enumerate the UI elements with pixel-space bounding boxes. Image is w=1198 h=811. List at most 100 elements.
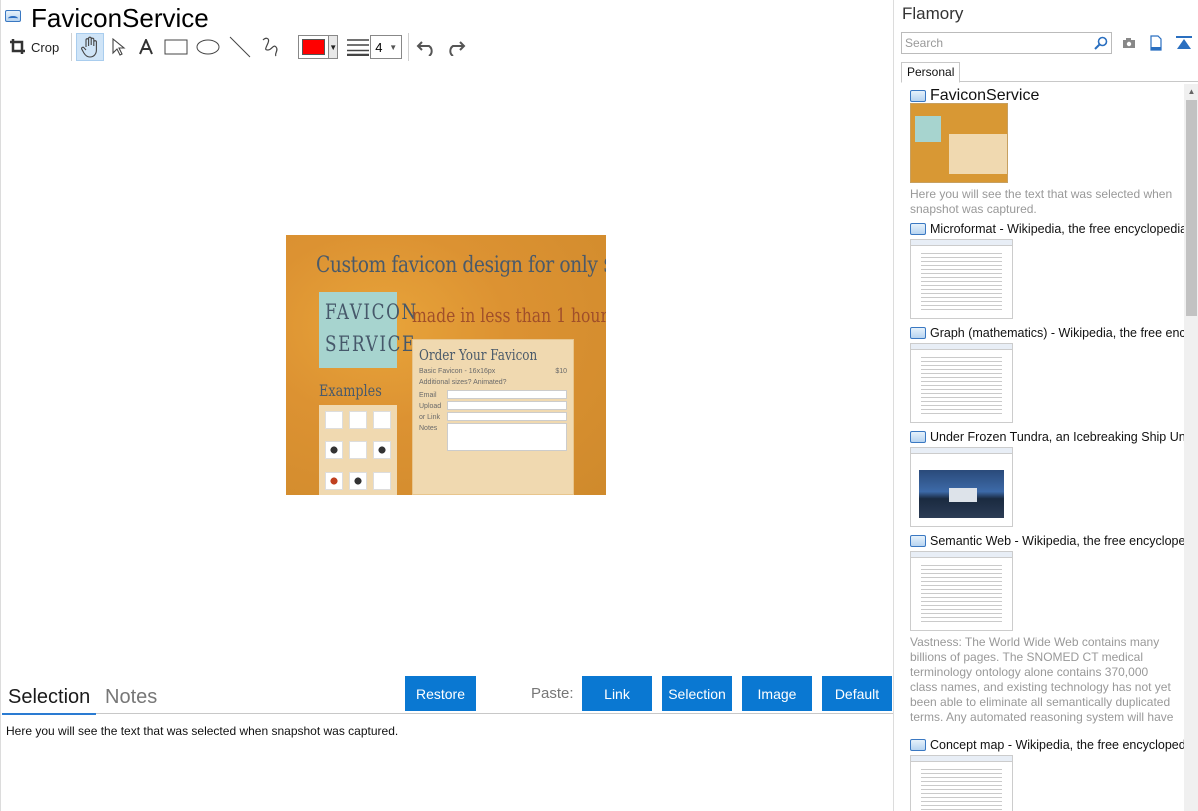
list-item-description: Vastness: The World Wide Web contains ma…: [910, 635, 1174, 727]
list-item[interactable]: Graph (mathematics) - Wikipedia, the fre…: [910, 325, 1184, 423]
example-tile: [325, 441, 343, 460]
list-item[interactable]: Semantic Web - Wikipedia, the free encyc…: [910, 533, 1184, 727]
list-item-thumbnail: [910, 447, 1013, 527]
scrollbar[interactable]: ▲: [1184, 84, 1198, 811]
list-item-header: Semantic Web - Wikipedia, the free encyc…: [910, 533, 1184, 549]
search-box[interactable]: [901, 32, 1112, 54]
thumbnail-photo: [919, 470, 1004, 518]
thumbnail-bar: [911, 240, 1012, 246]
restore-button[interactable]: Restore: [405, 676, 476, 711]
text-tool-button[interactable]: [132, 33, 160, 61]
line-tool-button[interactable]: [224, 33, 256, 61]
thumbnail-lines: [921, 250, 1002, 312]
snapshot-field: [447, 390, 567, 399]
redo-button[interactable]: [441, 33, 469, 61]
snapshot-icon: [910, 327, 926, 339]
crop-button[interactable]: Crop: [5, 33, 63, 61]
snapshot-icon: [910, 431, 926, 443]
snapshot-image[interactable]: Custom favicon design for only $10 FAVIC…: [286, 235, 606, 495]
sidebar-tabs: Personal: [901, 62, 1198, 83]
snapshot-order-form: Order Your Favicon Basic Favicon - 16x16…: [412, 339, 574, 495]
freehand-tool-button[interactable]: [256, 33, 284, 61]
stroke-width-value: 4: [375, 39, 383, 55]
snapshot-subheadline: made in less than 1 hour: [412, 303, 606, 327]
paste-selection-button[interactable]: Selection: [662, 676, 732, 711]
color-picker[interactable]: ▼: [298, 35, 339, 59]
flamory-sidebar: Flamory Personal FaviconService Here you…: [893, 0, 1198, 811]
example-tile: [349, 411, 367, 429]
snapshot-form-row: Basic Favicon - 16x16px $10: [419, 368, 567, 375]
editor-pane: FaviconService Crop ▼ 4 ▼ Custom favicon…: [0, 0, 894, 811]
hand-tool-button[interactable]: [76, 33, 105, 61]
chevron-down-icon: ▼: [389, 42, 398, 52]
rectangle-icon: [164, 39, 188, 55]
snapshot-headline: Custom favicon design for only $10: [316, 253, 606, 278]
document-button[interactable]: [1147, 34, 1165, 52]
example-tile: [373, 471, 391, 490]
snapshot-field: [447, 401, 567, 410]
list-item-header: Concept map - Wikipedia, the free encycl…: [910, 737, 1184, 753]
search-icon[interactable]: [1094, 36, 1108, 50]
ellipse-tool-button[interactable]: [192, 33, 224, 61]
paste-default-button[interactable]: Default: [822, 676, 892, 711]
list-item-description: Here you will see the text that was sele…: [910, 187, 1173, 216]
line-width-button[interactable]: [346, 33, 370, 61]
select-tool-button[interactable]: [104, 33, 132, 61]
snapshot-form-row: Additional sizes? Animated?: [419, 379, 567, 386]
list-item-title: Under Frozen Tundra, an Icebreaking Ship…: [930, 430, 1184, 444]
example-tile: [349, 471, 367, 490]
undo-button[interactable]: [413, 33, 441, 61]
camera-button[interactable]: [1120, 34, 1138, 52]
example-tile: [349, 441, 367, 460]
list-item-thumbnail: [910, 551, 1013, 631]
snapshot-notes-label: Notes: [419, 425, 438, 432]
selection-text[interactable]: Here you will see the text that was sele…: [6, 724, 398, 738]
snapshot-list: FaviconService Here you will see the tex…: [894, 84, 1184, 811]
undo-icon: [416, 41, 433, 56]
thumbnail-bar: [911, 756, 1012, 762]
rectangle-tool-button[interactable]: [160, 33, 192, 61]
camera-icon: [1123, 38, 1135, 48]
drawing-toolbar: Crop ▼ 4 ▼: [5, 33, 469, 61]
chevron-down-icon: ▼: [328, 36, 338, 58]
thumbnail-form: [949, 134, 1007, 174]
thumbnail-lines: [921, 354, 1002, 416]
paste-link-button[interactable]: Link: [582, 676, 652, 711]
line-icon: [229, 36, 251, 58]
snapshot-price: $10: [555, 368, 567, 375]
list-item-header: Graph (mathematics) - Wikipedia, the fre…: [910, 325, 1184, 341]
list-item[interactable]: Under Frozen Tundra, an Icebreaking Ship…: [910, 429, 1184, 527]
snapshot-icon: [5, 10, 21, 22]
list-item[interactable]: Microformat - Wikipedia, the free encycl…: [910, 221, 1184, 319]
thumbnail-bar: [911, 344, 1012, 350]
list-item-header: Microformat - Wikipedia, the free encycl…: [910, 221, 1184, 237]
thumbnail-bar: [911, 448, 1012, 454]
list-item[interactable]: FaviconService Here you will see the tex…: [910, 87, 1184, 217]
tab-personal[interactable]: Personal: [901, 62, 961, 83]
tab-selection[interactable]: Selection: [1, 684, 97, 715]
toolbar-separator: [71, 33, 73, 61]
list-item[interactable]: Concept map - Wikipedia, the free encycl…: [910, 737, 1184, 811]
snapshot-icon: [910, 90, 926, 102]
collapse-button[interactable]: [1175, 34, 1193, 52]
list-item-thumbnail: [910, 239, 1013, 319]
snapshot-link-label: or Link: [419, 414, 441, 421]
example-tile: [325, 471, 343, 490]
snapshot-icon: [910, 535, 926, 547]
thumbnail-logo: [915, 116, 941, 142]
search-input[interactable]: [905, 36, 1094, 50]
paste-image-button[interactable]: Image: [742, 676, 812, 711]
snapshot-logo-line: SERVICE: [325, 332, 416, 356]
snapshot-logo-line: FAVICON: [325, 300, 418, 324]
example-tile: [325, 411, 343, 429]
freehand-icon: [262, 37, 278, 57]
snapshot-email-label: Email: [419, 392, 437, 399]
stroke-width-dropdown[interactable]: 4 ▼: [370, 35, 403, 59]
crop-label: Crop: [31, 39, 60, 55]
scroll-up-icon[interactable]: ▲: [1184, 84, 1198, 98]
thumbnail-lines: [921, 562, 1002, 624]
hand-icon: [81, 36, 98, 58]
tab-notes[interactable]: Notes: [105, 684, 157, 710]
scrollbar-thumb[interactable]: [1186, 100, 1197, 316]
document-icon: [1150, 35, 1162, 51]
